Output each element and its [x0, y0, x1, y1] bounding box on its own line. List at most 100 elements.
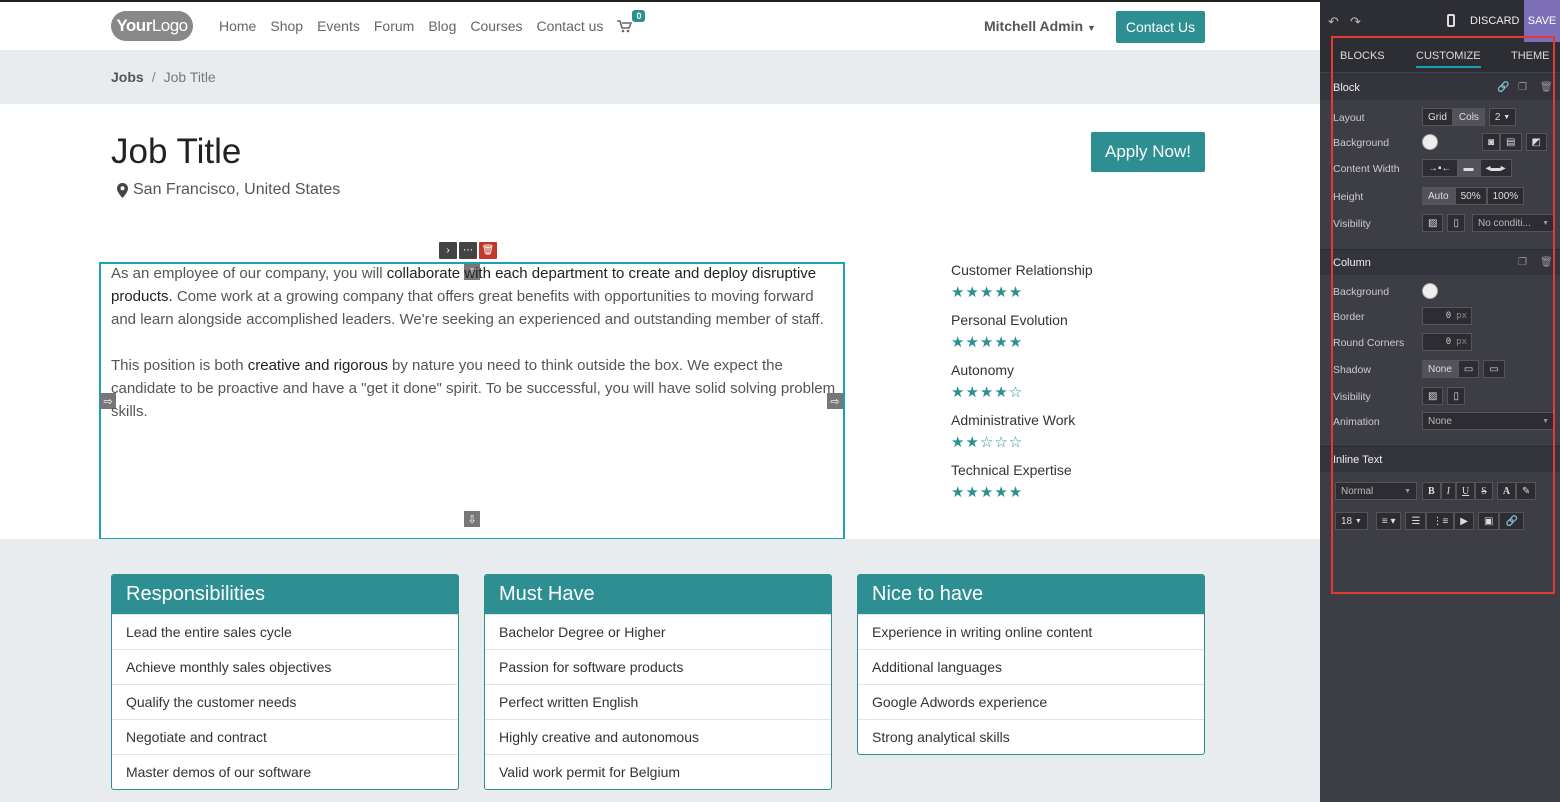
duplicate-icon[interactable]: ❐	[1518, 82, 1527, 93]
hide-desktop-icon[interactable]: ▨	[1422, 387, 1444, 405]
card-title[interactable]: Must Have	[485, 575, 831, 614]
camera-icon[interactable]: ◙	[1482, 133, 1501, 151]
list-item[interactable]: Additional languages	[858, 649, 1204, 684]
menu-blog[interactable]: Blog	[428, 18, 456, 34]
list-item[interactable]: Experience in writing online content	[858, 614, 1204, 649]
video-icon[interactable]: ▤	[1500, 133, 1522, 151]
list-item[interactable]: Strong analytical skills	[858, 719, 1204, 754]
align-icon[interactable]: ≡ ▾	[1375, 512, 1402, 530]
job-title[interactable]: Job Title	[111, 132, 241, 172]
border-width-input[interactable]: 0 px	[1422, 307, 1472, 325]
width-small-icon[interactable]: →▪←	[1422, 159, 1458, 177]
hide-mobile-icon[interactable]: ▯	[1447, 214, 1465, 232]
animation-select[interactable]: None ▼	[1422, 412, 1555, 430]
trash-icon[interactable]: 🗑	[1540, 82, 1553, 93]
list-item[interactable]: Google Adwords experience	[858, 684, 1204, 719]
tab-customize[interactable]: CUSTOMIZE	[1416, 50, 1481, 68]
italic-button[interactable]: I	[1440, 482, 1457, 500]
width-full-icon[interactable]: ◂▬▸	[1479, 159, 1512, 177]
visibility-condition-select[interactable]: No conditi... ▼	[1472, 214, 1555, 232]
drag-handle-icon[interactable]: ⋯	[459, 242, 477, 259]
underline-button[interactable]: U	[1456, 482, 1476, 500]
move-right-icon[interactable]: ›	[439, 242, 457, 259]
list-item[interactable]: Bachelor Degree or Higher	[485, 614, 831, 649]
discard-button[interactable]: DISCARD	[1470, 15, 1520, 27]
link-icon[interactable]: 🔗	[1497, 82, 1509, 93]
card-title[interactable]: Nice to have	[858, 575, 1204, 614]
list-item[interactable]: Highly creative and autonomous	[485, 719, 831, 754]
menu-events[interactable]: Events	[317, 18, 360, 34]
job-description-paragraph-1[interactable]: As an employee of our company, you will …	[111, 262, 839, 331]
user-menu[interactable]: Mitchell Admin ▼	[984, 18, 1096, 34]
media-icon[interactable]: ▣	[1478, 512, 1500, 530]
breadcrumb-jobs[interactable]: Jobs	[111, 69, 144, 85]
column-count-select[interactable]: 2 ▼	[1488, 108, 1517, 126]
menu-home[interactable]: Home	[219, 18, 256, 34]
delete-icon[interactable]: 🗑	[479, 242, 497, 259]
shadow-none-button[interactable]: None	[1422, 360, 1458, 378]
strikethrough-button[interactable]: S	[1475, 482, 1493, 500]
paintbrush-icon[interactable]: ✎	[1516, 482, 1537, 500]
list-item[interactable]: Perfect written English	[485, 684, 831, 719]
font-color-button[interactable]: A	[1496, 482, 1517, 500]
list-item[interactable]: Achieve monthly sales objectives	[112, 649, 458, 684]
height-100-button[interactable]: 100%	[1486, 187, 1525, 205]
save-button[interactable]: SAVE	[1524, 0, 1560, 42]
contact-us-button[interactable]: Contact Us	[1116, 11, 1205, 43]
duplicate-icon[interactable]: ❐	[1518, 257, 1527, 268]
checklist-icon[interactable]: ▶	[1454, 512, 1474, 530]
apply-now-button[interactable]: Apply Now!	[1091, 132, 1205, 172]
shadow-inset-icon[interactable]: ▭	[1483, 360, 1505, 378]
bullet-list-icon[interactable]: ☰	[1405, 512, 1427, 530]
height-auto-button[interactable]: Auto	[1422, 187, 1455, 205]
top-navbar: Your Logo Home Shop Events Forum Blog Cou…	[0, 2, 1320, 50]
redo-icon[interactable]: ↷	[1350, 14, 1361, 30]
list-item[interactable]: Master demos of our software	[112, 754, 458, 789]
skill-name: Autonomy	[951, 362, 1015, 378]
list-item[interactable]: Negotiate and contract	[112, 719, 458, 754]
height-50-button[interactable]: 50%	[1454, 187, 1487, 205]
numbered-list-icon[interactable]: ⋮≡	[1426, 512, 1455, 530]
shape-icon[interactable]: ◩	[1525, 133, 1547, 151]
text-style-select[interactable]: Normal ▼	[1335, 482, 1417, 500]
font-size-select[interactable]: 18 ▼	[1335, 512, 1368, 530]
cart-link[interactable]: 0	[617, 9, 646, 33]
site-logo[interactable]: Your Logo	[111, 11, 193, 41]
trash-icon[interactable]: 🗑	[1540, 257, 1553, 268]
tab-blocks[interactable]: BLOCKS	[1340, 50, 1385, 62]
width-regular-icon[interactable]: ▬	[1457, 159, 1480, 177]
list-item[interactable]: Lead the entire sales cycle	[112, 614, 458, 649]
layout-cols-button[interactable]: Cols	[1452, 108, 1485, 126]
job-header: Job Title San Francisco, United States A…	[0, 104, 1320, 234]
list-item[interactable]: Valid work permit for Belgium	[485, 754, 831, 789]
card-must-have: Must Have Bachelor Degree or Higher Pass…	[484, 574, 832, 790]
background-color-picker[interactable]	[1422, 134, 1438, 150]
menu-forum[interactable]: Forum	[374, 18, 414, 34]
caret-down-icon: ▼	[1503, 113, 1511, 121]
block-section: Block 🔗 ❐ 🗑	[1320, 74, 1560, 100]
map-marker-icon	[117, 182, 128, 198]
skill-item: Autonomy ★★★★☆	[951, 361, 1151, 411]
menu-shop[interactable]: Shop	[270, 18, 303, 34]
shadow-outset-icon[interactable]: ▭	[1457, 360, 1480, 378]
menu-contact-us[interactable]: Contact us	[537, 18, 604, 34]
menu-courses[interactable]: Courses	[470, 18, 522, 34]
text-format-buttons: B I U S A ✎	[1422, 482, 1537, 500]
card-title[interactable]: Responsibilities	[112, 575, 458, 614]
link-icon[interactable]: 🔗	[1499, 512, 1524, 530]
list-item[interactable]: Qualify the customer needs	[112, 684, 458, 719]
job-description-paragraph-2[interactable]: This position is both creative and rigor…	[111, 354, 839, 423]
bold-button[interactable]: B	[1422, 482, 1441, 500]
layout-grid-button[interactable]: Grid	[1422, 108, 1453, 126]
hide-desktop-icon[interactable]: ▨	[1422, 214, 1444, 232]
list-item[interactable]: Passion for software products	[485, 649, 831, 684]
round-corners-input[interactable]: 0 px	[1422, 333, 1472, 351]
undo-icon[interactable]: ↶	[1328, 14, 1339, 30]
skill-item: Technical Expertise ★★★★★	[951, 461, 1151, 511]
column-background-color-picker[interactable]	[1422, 283, 1438, 299]
hide-mobile-icon[interactable]: ▯	[1447, 387, 1465, 405]
mobile-preview-icon[interactable]	[1447, 14, 1455, 27]
caret-down-icon: ▼	[1404, 487, 1411, 495]
tab-theme[interactable]: THEME	[1511, 50, 1550, 62]
resize-bottom-handle-icon[interactable]: ⇩	[464, 511, 480, 527]
